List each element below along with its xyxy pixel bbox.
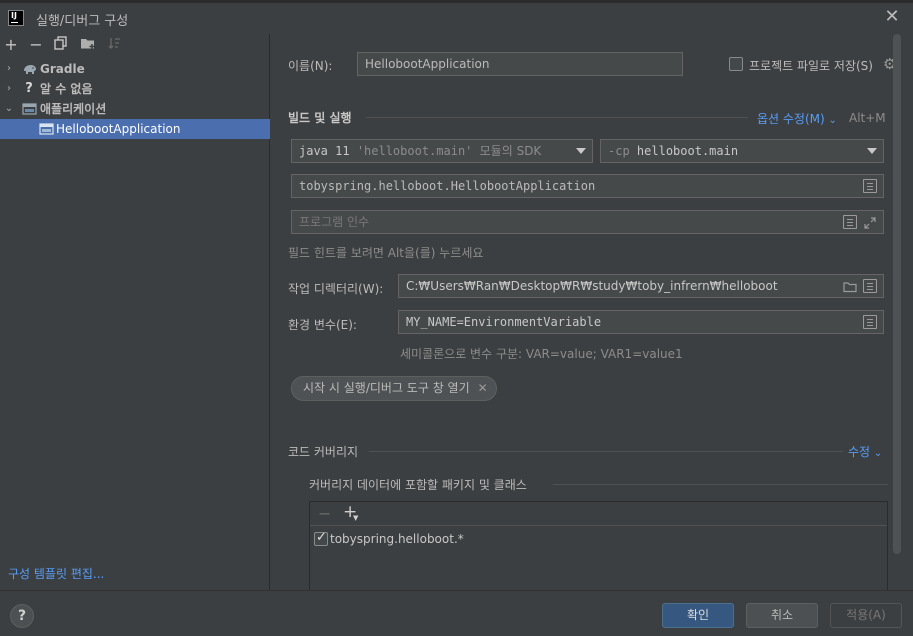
- application-icon: [22, 102, 37, 116]
- environment-variables-hint: 세미콜론으로 변수 구분: VAR=value; VAR1=value1: [400, 347, 683, 361]
- name-field[interactable]: HellobootApplication: [357, 52, 683, 76]
- store-as-file-label: 프로젝트 파일로 저장(S): [749, 59, 873, 73]
- question-icon: ?: [25, 81, 33, 96]
- tree-item-label: 애플리케이션: [40, 102, 107, 116]
- environment-variables-value: MY_NAME=EnvironmentVariable: [406, 315, 602, 329]
- classpath-select[interactable]: -cp helloboot.main: [600, 139, 884, 163]
- dropdown-arrow-icon: [867, 148, 877, 154]
- build-run-heading: 빌드 및 실행: [288, 111, 352, 125]
- insert-macro-icon[interactable]: [863, 279, 877, 293]
- new-folder-icon[interactable]: [79, 36, 97, 54]
- program-arguments-placeholder: 프로그램 인수: [299, 215, 370, 229]
- sdk-java: java 11: [299, 144, 350, 158]
- apply-button[interactable]: 적용(A): [830, 603, 902, 628]
- coverage-subheading: 커버리지 데이터에 포함할 패키지 및 클래스: [309, 478, 527, 492]
- tree-item-unknown[interactable]: › ? 알 수 없음: [0, 79, 270, 99]
- close-icon[interactable]: ✕: [883, 8, 901, 26]
- tree-item-application[interactable]: ⌄ 애플리케이션: [0, 99, 270, 119]
- coverage-pattern-label: tobyspring.helloboot.*: [330, 532, 464, 546]
- folder-icon[interactable]: [843, 279, 857, 293]
- sdk-suffix: 모듈의 SDK: [479, 144, 542, 158]
- cancel-button[interactable]: 취소: [746, 603, 818, 628]
- dialog-button-bar: ? 확인 취소 적용(A): [0, 590, 913, 636]
- code-coverage-heading: 코드 커버리지: [288, 445, 359, 459]
- coverage-patterns-table: − + ▼ tobyspring.helloboot.*: [309, 501, 888, 593]
- chevron-down-icon: ⌄: [873, 448, 883, 459]
- environment-variables-label: 환경 변수(E):: [288, 318, 357, 332]
- cp-flag: -cp: [608, 144, 630, 158]
- browse-class-icon[interactable]: [863, 179, 877, 193]
- program-arguments-field[interactable]: 프로그램 인수: [291, 210, 884, 234]
- application-config-icon: [39, 122, 54, 136]
- expand-arrow-icon[interactable]: ›: [4, 79, 14, 99]
- remove-option-icon[interactable]: ✕: [478, 377, 488, 400]
- tree-item-gradle[interactable]: › Gradle: [0, 59, 270, 79]
- chevron-down-icon: ⌄: [828, 115, 837, 126]
- section-divider: [366, 117, 748, 118]
- vertical-scrollbar[interactable]: [893, 34, 901, 554]
- name-label: 이름(N):: [288, 59, 333, 73]
- chip-label: 시작 시 실행/디버그 도구 창 열기: [303, 381, 470, 395]
- coverage-modify-link[interactable]: 수정 ⌄: [848, 443, 882, 460]
- section-divider: [369, 451, 843, 452]
- help-button[interactable]: ?: [10, 604, 34, 628]
- section-divider: [553, 484, 888, 485]
- cp-value: helloboot.main: [636, 144, 739, 158]
- sort-icon: [105, 36, 123, 54]
- field-hint: 필드 힌트를 보려면 Alt을(를) 누르세요: [288, 246, 484, 260]
- expand-icon[interactable]: [863, 215, 877, 229]
- tree-item-label: Gradle: [40, 62, 85, 76]
- title-bar: IJ 실행/디버그 구성 ✕: [0, 0, 913, 34]
- tree-item-label: 알 수 없음: [40, 82, 93, 96]
- add-dropdown-arrow-icon[interactable]: ▼: [353, 514, 358, 522]
- configurations-tree-panel: + − › Gradle › ? 알 수 없음 ⌄ 애플리케이션 Hellobo…: [0, 34, 270, 590]
- sdk-module: 'helloboot.main': [356, 144, 473, 158]
- gradle-elephant-icon: [22, 62, 36, 76]
- coverage-modify-label: 수정: [848, 445, 871, 459]
- collapse-arrow-icon[interactable]: ⌄: [4, 99, 14, 119]
- remove-configuration-button[interactable]: −: [27, 36, 45, 54]
- sdk-select[interactable]: java 11 'helloboot.main' 모듈의 SDK: [291, 139, 593, 163]
- tree-toolbar: + −: [0, 34, 270, 56]
- edit-templates-link[interactable]: 구성 템플릿 편집...: [8, 565, 104, 582]
- working-directory-value: C:₩Users₩Ran₩Desktop₩R₩study₩toby_infrer…: [406, 279, 778, 293]
- configuration-editor: 이름(N): HellobootApplication 프로젝트 파일로 저장(…: [271, 34, 896, 593]
- title-bar-strip: [0, 0, 913, 3]
- store-as-file-checkbox[interactable]: [729, 57, 743, 71]
- modify-options-link[interactable]: 옵션 수정(M) ⌄: [757, 110, 837, 127]
- table-row[interactable]: tobyspring.helloboot.*: [310, 528, 887, 550]
- edit-arguments-icon[interactable]: [843, 215, 857, 229]
- add-configuration-button[interactable]: +: [2, 36, 20, 54]
- working-directory-label: 작업 디렉터리(W):: [288, 282, 384, 296]
- ok-button[interactable]: 확인: [662, 603, 734, 628]
- dropdown-arrow-icon: [576, 148, 586, 154]
- edit-environment-icon[interactable]: [863, 315, 877, 329]
- copy-icon[interactable]: [52, 36, 70, 54]
- remove-pattern-button: −: [318, 504, 332, 523]
- modify-options-label: 옵션 수정(M): [757, 112, 825, 126]
- modify-options-shortcut: Alt+M: [849, 111, 886, 125]
- coverage-table-toolbar: − + ▼: [310, 502, 887, 526]
- expand-arrow-icon[interactable]: ›: [4, 59, 14, 79]
- tree-item-hellobootapplication[interactable]: HellobootApplication: [0, 119, 270, 139]
- coverage-pattern-checkbox[interactable]: [314, 530, 328, 546]
- intellij-app-icon: IJ: [8, 10, 24, 26]
- open-tool-window-option-chip[interactable]: 시작 시 실행/디버그 도구 창 열기 ✕: [291, 376, 497, 401]
- tree-item-label: HellobootApplication: [56, 122, 181, 136]
- main-class-value: tobyspring.helloboot.HellobootApplicatio…: [299, 179, 596, 193]
- main-class-field[interactable]: tobyspring.helloboot.HellobootApplicatio…: [291, 174, 884, 198]
- working-directory-field[interactable]: C:₩Users₩Ran₩Desktop₩R₩study₩toby_infrer…: [398, 274, 884, 298]
- environment-variables-field[interactable]: MY_NAME=EnvironmentVariable: [398, 310, 884, 334]
- dialog-title: 실행/디버그 구성: [36, 14, 129, 29]
